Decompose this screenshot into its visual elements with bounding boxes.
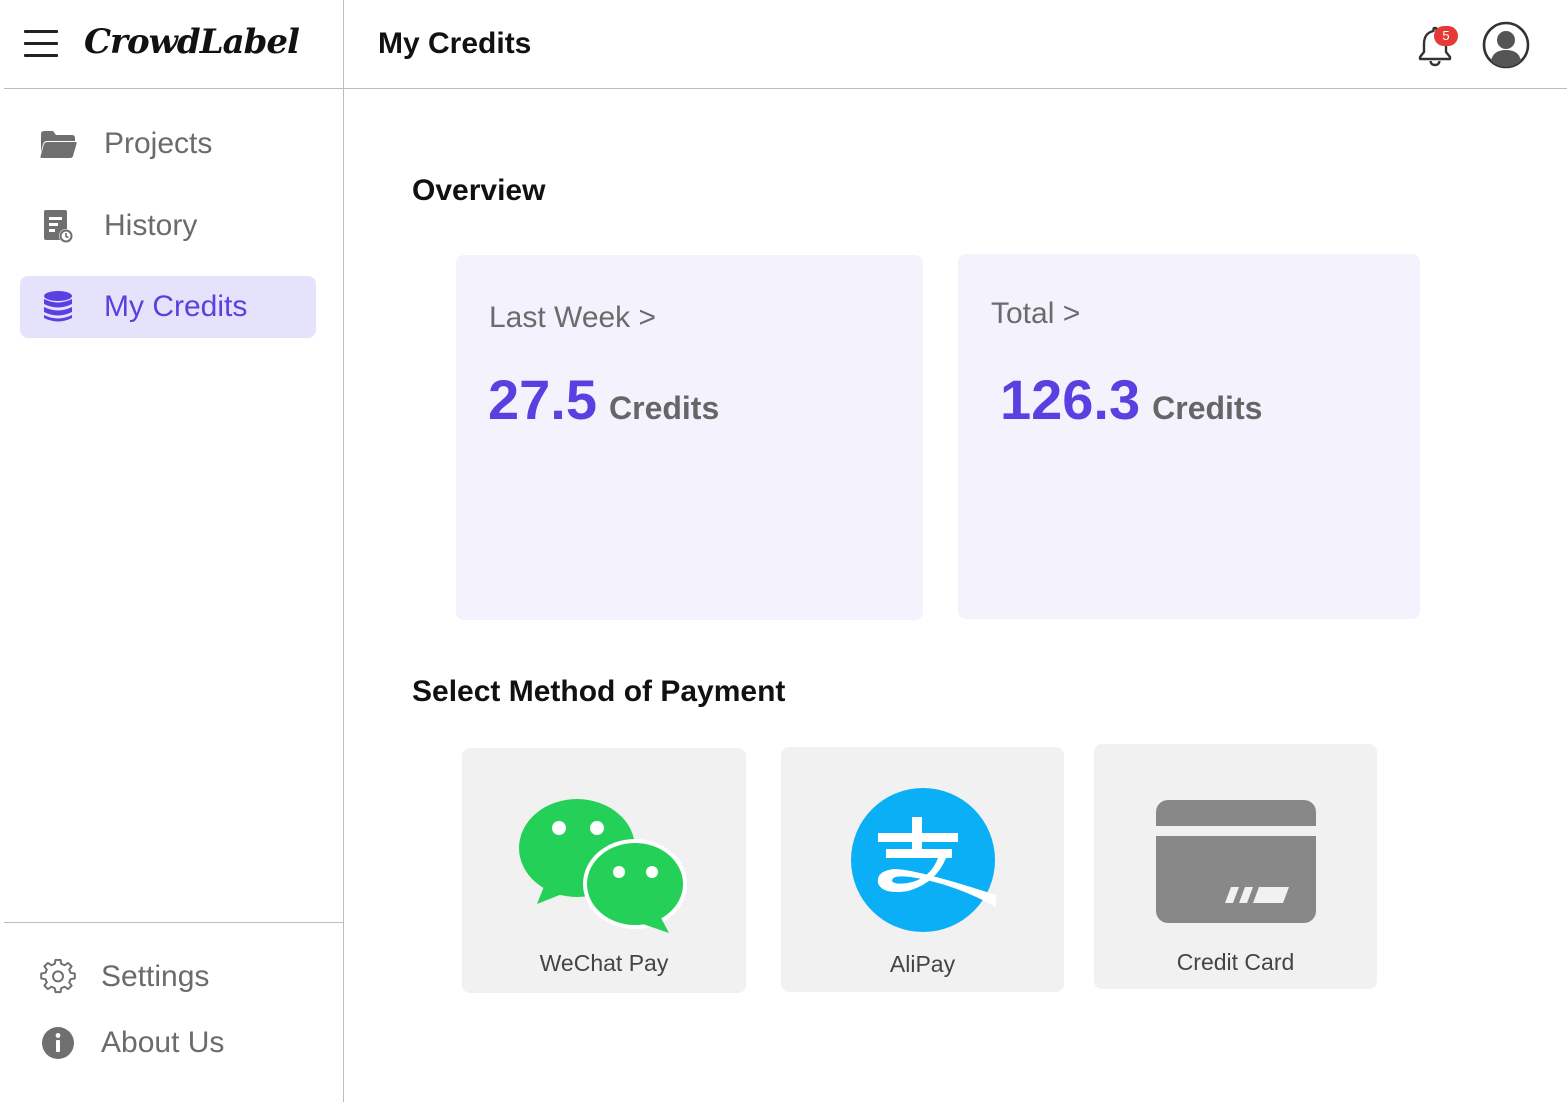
user-avatar-icon[interactable] xyxy=(1482,21,1530,69)
page-title: My Credits xyxy=(378,27,532,60)
wechat-pay-label: WeChat Pay xyxy=(539,950,669,976)
sidebar-divider xyxy=(4,922,344,923)
last-week-credits: 27.5 Credits xyxy=(488,367,719,432)
alipay-label: AliPay xyxy=(889,951,956,977)
credits-unit: Credits xyxy=(1152,390,1263,426)
app-logo: CrowdLabel xyxy=(84,22,300,62)
database-icon xyxy=(38,287,78,327)
hamburger-menu-icon[interactable] xyxy=(24,28,62,60)
folder-icon xyxy=(38,124,78,164)
payment-title: Select Method of Payment xyxy=(412,675,786,708)
alipay-option[interactable]: AliPay xyxy=(781,747,1064,992)
sidebar-item-my-credits[interactable]: My Credits xyxy=(20,276,316,338)
info-icon xyxy=(38,1023,78,1063)
gear-icon xyxy=(38,957,78,997)
sidebar-item-label: About Us xyxy=(101,1026,225,1059)
total-card: Total > 126.3 Credits xyxy=(958,254,1420,619)
wechat-icon xyxy=(519,796,689,936)
sidebar-item-label: My Credits xyxy=(104,290,248,323)
top-bar: My Credits 5 xyxy=(344,0,1567,89)
sidebar-item-history[interactable]: History xyxy=(20,195,316,257)
notification-badge: 5 xyxy=(1434,26,1458,46)
credits-value: 126.3 xyxy=(1000,368,1141,431)
credit-card-label: Credit Card xyxy=(1176,949,1295,975)
last-week-card: Last Week > 27.5 Credits xyxy=(456,255,923,620)
history-document-icon xyxy=(38,206,78,246)
sidebar-item-label: History xyxy=(104,209,198,242)
alipay-icon xyxy=(850,787,996,933)
credit-card-icon xyxy=(1155,799,1317,924)
wechat-pay-option[interactable]: WeChat Pay xyxy=(462,748,746,993)
sidebar-item-settings[interactable]: Settings xyxy=(20,949,316,1005)
sidebar: CrowdLabel Projects History My Credits S… xyxy=(0,0,344,1102)
sidebar-item-label: Projects xyxy=(104,127,213,160)
sidebar-item-projects[interactable]: Projects xyxy=(20,113,316,175)
overview-title: Overview xyxy=(412,174,546,207)
last-week-link[interactable]: Last Week > xyxy=(489,301,656,335)
total-link[interactable]: Total > xyxy=(991,297,1080,331)
credit-card-option[interactable]: Credit Card xyxy=(1094,744,1377,989)
sidebar-item-label: Settings xyxy=(101,960,210,993)
total-credits: 126.3 Credits xyxy=(1000,367,1262,432)
brand-bar: CrowdLabel xyxy=(4,0,344,89)
sidebar-item-about-us[interactable]: About Us xyxy=(20,1015,316,1071)
credits-value: 27.5 xyxy=(488,368,597,431)
credits-unit: Credits xyxy=(609,390,720,426)
